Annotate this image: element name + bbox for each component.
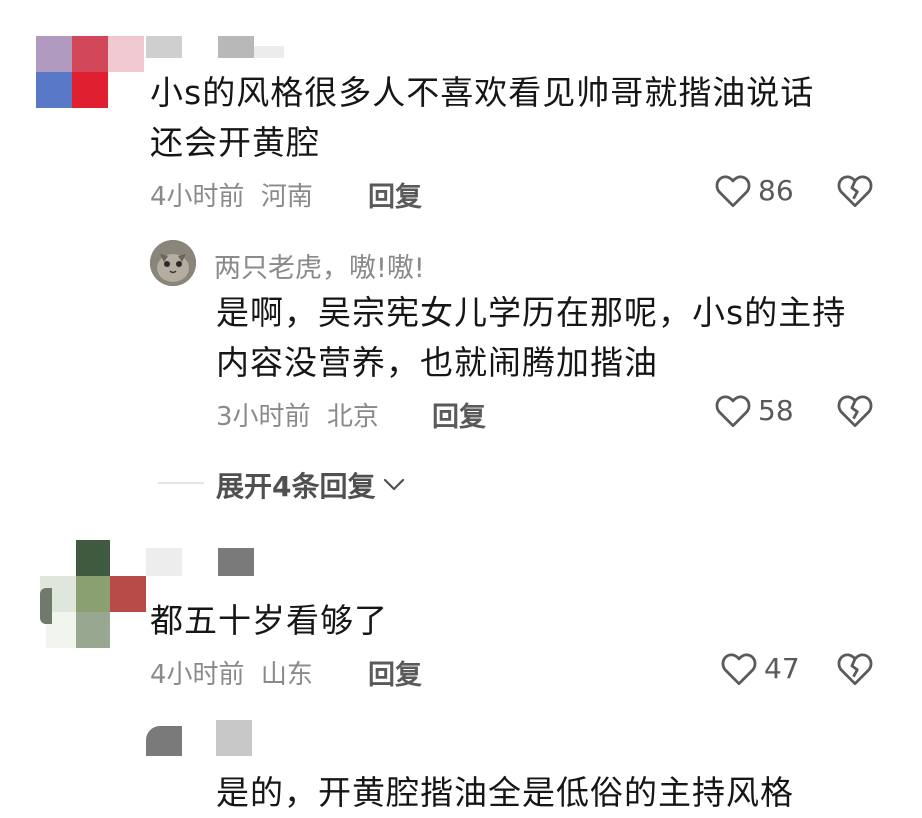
reply-text-line: 是的，开黄腔揩油全是低俗的主持风格 [216, 773, 794, 812]
timestamp: 3小时前 [216, 402, 311, 432]
reply-button[interactable]: 回复 [368, 175, 422, 214]
reply-text-line: 内容没营养，也就闹腾加揩油 [216, 343, 658, 382]
avatar[interactable] [40, 540, 146, 648]
like-count: 47 [764, 652, 800, 685]
heart-outline-icon[interactable] [714, 174, 752, 208]
location: 河南 [260, 182, 313, 212]
reply-username[interactable]: 两只老虎，嗷!嗷! [214, 246, 425, 285]
reply-meta: 3小时前 北京 [216, 396, 379, 433]
comment-text: 都五十岁看够了 [150, 596, 388, 646]
broken-heart-icon[interactable] [836, 394, 874, 428]
timestamp: 4小时前 [150, 182, 245, 212]
expand-replies-button[interactable]: 展开4条回复 [216, 465, 405, 505]
heart-outline-icon[interactable] [714, 394, 752, 428]
comment-meta: 4小时前 河南 [150, 176, 313, 213]
heart-outline-icon[interactable] [720, 652, 758, 686]
username-redacted[interactable] [146, 548, 256, 576]
timestamp: 4小时前 [150, 660, 245, 690]
reply-button[interactable]: 回复 [368, 653, 422, 692]
username-redacted[interactable] [146, 36, 286, 58]
reply-text-line: 是啊，吴宗宪女儿学历在那呢，小s的主持 [216, 293, 847, 332]
cat-avatar-icon [150, 240, 196, 286]
broken-heart-icon[interactable] [836, 174, 874, 208]
reply-button[interactable]: 回复 [432, 395, 486, 434]
like-count: 58 [758, 394, 794, 427]
divider [158, 482, 204, 484]
expand-replies-label: 展开4条回复 [216, 470, 376, 503]
comment-text-line: 都五十岁看够了 [150, 601, 388, 640]
avatar[interactable] [36, 36, 144, 108]
broken-heart-icon[interactable] [836, 652, 874, 686]
comment-text-line: 小s的风格很多人不喜欢看见帅哥就揩油说话 [150, 73, 815, 112]
location: 山东 [260, 660, 313, 690]
comment-text: 小s的风格很多人不喜欢看见帅哥就揩油说话 还会开黄腔 [150, 68, 814, 168]
comment-text-line: 还会开黄腔 [150, 123, 320, 162]
location: 北京 [326, 402, 379, 432]
avatar[interactable] [146, 716, 258, 756]
chevron-down-icon [383, 478, 405, 492]
reply-text: 是啊，吴宗宪女儿学历在那呢，小s的主持 内容没营养，也就闹腾加揩油 [216, 288, 846, 388]
avatar[interactable] [150, 240, 196, 286]
reply-text: 是的，开黄腔揩油全是低俗的主持风格 [216, 768, 794, 818]
like-count: 86 [758, 174, 794, 207]
comment-meta: 4小时前 山东 [150, 654, 313, 691]
